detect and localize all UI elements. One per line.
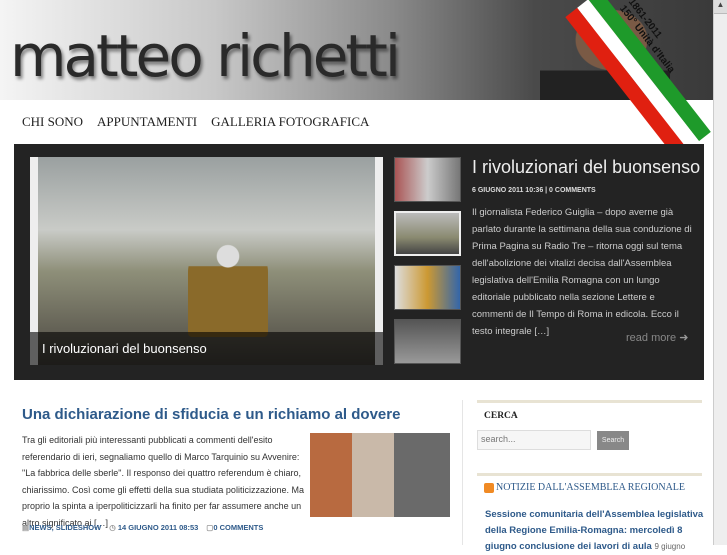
news-date: 9 giugno	[654, 542, 686, 551]
divider	[477, 473, 702, 476]
post-date: 14 GIUGNO 2011 08:53	[117, 523, 199, 532]
divider	[477, 400, 702, 403]
nav-galleria-fotografica[interactable]: GALLERIA FOTOGRAFICA	[211, 114, 369, 130]
post-title[interactable]: Una dichiarazione di sfiducia e un richi…	[22, 406, 452, 423]
post-categories[interactable]: NEWS, SLIDESHOW	[29, 523, 101, 532]
slide-excerpt: Il giornalista Federico Guiglia – dopo a…	[472, 207, 692, 337]
sidebar: CERCA search... Search NOTIZIE DALL'ASSE…	[462, 400, 703, 552]
scroll-up-arrow-icon[interactable]: ▲	[714, 0, 727, 14]
news-heading-label: NOTIZIE DALL'ASSEMBLEA REGIONALE	[496, 482, 686, 493]
search-heading: CERCA	[484, 411, 518, 421]
featured-slideshow: I rivoluzionari del buonsenso I rivoluzi…	[14, 144, 704, 380]
arrow-right-icon: ➜	[679, 332, 689, 344]
nav-appuntamenti[interactable]: APPUNTAMENTI	[97, 114, 197, 130]
seated-man-figure	[188, 242, 268, 337]
site-logo[interactable]: matteo richetti	[10, 22, 401, 90]
nav-chi-sono[interactable]: CHI SONO	[22, 114, 83, 130]
slide-meta: 6 GIUGNO 2011 10:36 | 0 COMMENTS	[472, 187, 596, 194]
read-more-link[interactable]: read more ➜	[626, 331, 688, 344]
featured-caption[interactable]: I rivoluzionari del buonsenso	[30, 332, 383, 365]
slide-thumbnail-1[interactable]	[394, 157, 461, 202]
slide-thumbnail-3[interactable]	[394, 265, 461, 310]
news-item[interactable]: Sessione comunitaria dell'Assemblea legi…	[485, 507, 705, 555]
post-comments[interactable]: 0 COMMENTS	[213, 523, 263, 532]
slide-thumbnail-2[interactable]	[394, 211, 461, 256]
read-more-label: read more	[626, 332, 677, 344]
rss-icon[interactable]	[484, 482, 494, 493]
post-entry: Una dichiarazione di sfiducia e un richi…	[22, 406, 452, 532]
post-excerpt: Tra gli editoriali più interessanti pubb…	[22, 435, 304, 528]
site-header: matteo richetti 1861-2011 150° Unità d'It…	[0, 0, 713, 159]
post-thumbnail[interactable]	[310, 433, 450, 517]
news-heading[interactable]: NOTIZIE DALL'ASSEMBLEA REGIONALE	[484, 482, 685, 493]
main-nav: CHI SONO APPUNTAMENTI GALLERIA FOTOGRAFI…	[22, 114, 369, 130]
post-meta: ▤NEWS, SLIDESHOW ◷ 14 GIUGNO 2011 08:53 …	[22, 523, 263, 532]
search-button[interactable]: Search	[597, 431, 629, 450]
search-input[interactable]: search...	[477, 430, 591, 450]
clock-icon: ◷	[109, 523, 116, 532]
slide-thumbnail-4[interactable]	[394, 319, 461, 364]
scrollbar[interactable]: ▲	[713, 0, 727, 545]
slide-title[interactable]: I rivoluzionari del buonsenso	[472, 157, 700, 178]
